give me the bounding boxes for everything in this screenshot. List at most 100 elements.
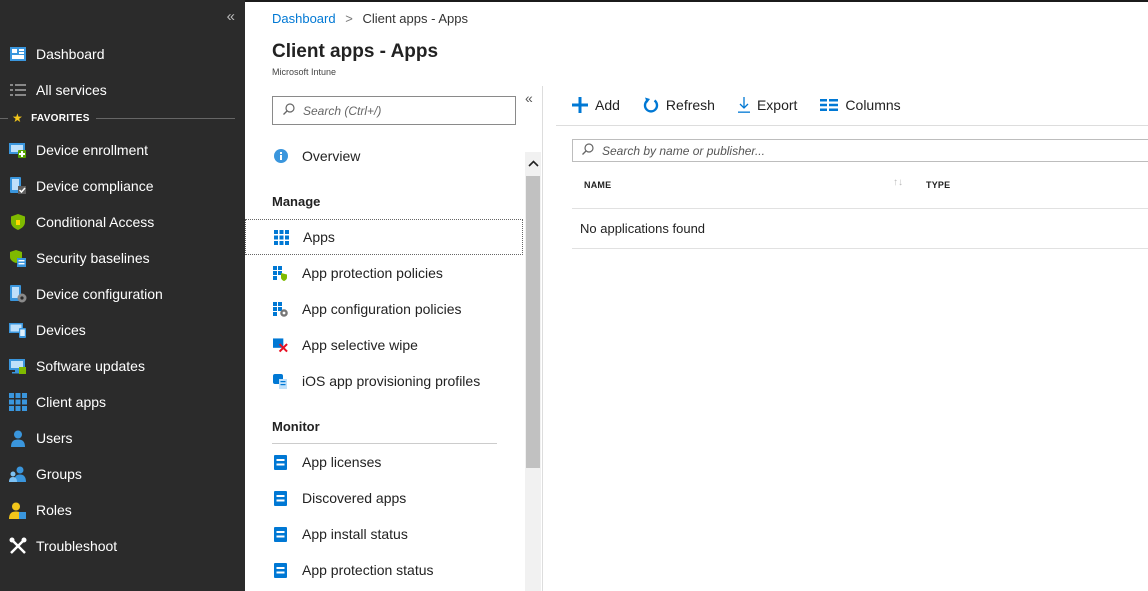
menu-item-label: App protection policies (302, 265, 443, 281)
nav-item-dashboard[interactable]: Dashboard (0, 36, 245, 72)
devices-icon (9, 321, 27, 339)
divider (0, 117, 8, 119)
menu-scrollbar[interactable] (525, 152, 541, 591)
app-configuration-icon (273, 301, 288, 317)
menu-item-label: App protection status (302, 562, 434, 578)
report-icon (273, 490, 288, 506)
columns-icon (820, 99, 839, 111)
menu-item-app-licenses[interactable]: App licenses (245, 444, 523, 480)
menu-item-label: App install status (302, 526, 408, 542)
nav-item-label: Roles (36, 502, 72, 518)
nav-item-roles[interactable]: Roles (0, 492, 245, 528)
scrollbar-thumb[interactable] (526, 176, 540, 468)
menu-item-label: App licenses (302, 454, 382, 470)
nav-items: Dashboard All services ★ FAVORITES Devic… (0, 36, 245, 564)
refresh-label: Refresh (665, 97, 715, 113)
roles-icon (9, 501, 27, 519)
menu-item-app-install-status[interactable]: App install status (245, 516, 523, 552)
export-button[interactable]: Export (737, 97, 797, 113)
refresh-icon (643, 97, 659, 114)
column-header-type[interactable]: TYPE (926, 180, 950, 190)
menu-item-overview[interactable]: Overview (245, 138, 523, 174)
nav-item-device-configuration[interactable]: Device configuration (0, 276, 245, 312)
nav-item-label: Users (36, 430, 73, 446)
menu-item-label: App selective wipe (302, 337, 418, 353)
nav-item-troubleshoot[interactable]: Troubleshoot (0, 528, 245, 564)
nav-item-software-updates[interactable]: Software updates (0, 348, 245, 384)
grid-search-placeholder: Search by name or publisher... (602, 143, 765, 158)
report-icon (273, 526, 288, 542)
nav-item-groups[interactable]: Groups (0, 456, 245, 492)
nav-item-label: Device compliance (36, 178, 154, 194)
menu-item-label: Apps (303, 229, 335, 245)
nav-item-label: Conditional Access (36, 214, 155, 230)
sort-icon[interactable]: ↑↓ (893, 177, 903, 188)
nav-item-label: Dashboard (36, 46, 105, 62)
nav-item-label: Devices (36, 322, 86, 338)
columns-label: Columns (845, 97, 901, 113)
page-title: Client apps - Apps (272, 41, 439, 62)
breadcrumb-dashboard-link[interactable]: Dashboard (272, 11, 336, 26)
selective-wipe-icon (273, 338, 288, 353)
add-button[interactable]: Add (572, 97, 620, 113)
menu-item-app-protection-status[interactable]: App protection status (245, 552, 523, 588)
client-apps-icon (9, 393, 27, 411)
nav-item-devices[interactable]: Devices (0, 312, 245, 348)
plus-icon (572, 97, 588, 113)
columns-button[interactable]: Columns (820, 97, 901, 113)
collapse-nav-button[interactable]: « (227, 8, 235, 25)
menu-item-app-configuration-policies[interactable]: App configuration policies (245, 291, 523, 327)
apps-grid-icon (274, 229, 289, 245)
provisioning-profile-icon (273, 373, 288, 389)
report-icon (273, 562, 288, 578)
page-subtitle: Microsoft Intune (272, 67, 337, 77)
refresh-button[interactable]: Refresh (643, 97, 715, 114)
nav-item-security-baselines[interactable]: Security baselines (0, 240, 245, 276)
nav-item-label: Device configuration (36, 286, 163, 302)
menu-item-label: Discovered apps (302, 490, 407, 506)
nav-item-conditional-access[interactable]: Conditional Access (0, 204, 245, 240)
nav-item-device-compliance[interactable]: Device compliance (0, 168, 245, 204)
troubleshoot-icon (9, 537, 27, 555)
menu-item-apps[interactable]: Apps (245, 219, 523, 255)
favorites-label: FAVORITES (31, 112, 90, 124)
star-icon: ★ (12, 111, 24, 125)
divider (572, 208, 1148, 209)
nav-item-label: Software updates (36, 358, 145, 374)
menu-search-input[interactable]: Search (Ctrl+/) (272, 96, 516, 125)
user-icon (9, 429, 27, 447)
collapse-menu-button[interactable]: « (525, 90, 533, 106)
nav-item-all-services[interactable]: All services (0, 72, 245, 108)
nav-item-label: All services (36, 82, 107, 98)
empty-message: No applications found (580, 221, 706, 236)
info-icon (273, 149, 288, 164)
software-updates-icon (9, 357, 27, 375)
menu-item-app-selective-wipe[interactable]: App selective wipe (245, 327, 523, 363)
nav-item-client-apps[interactable]: Client apps (0, 384, 245, 420)
nav-item-users[interactable]: Users (0, 420, 245, 456)
section-manage: Manage (272, 194, 321, 209)
groups-icon (9, 465, 27, 483)
left-navigation: « Dashboard All services ★ FAVORITES Dev… (0, 0, 245, 591)
device-compliance-icon (9, 177, 27, 195)
device-enrollment-icon (9, 141, 27, 159)
add-label: Add (595, 97, 620, 113)
command-bar: Add Refresh Export Columns (572, 94, 924, 116)
nav-item-label: Client apps (36, 394, 107, 410)
column-header-name[interactable]: NAME (584, 180, 611, 190)
menu-item-app-protection-policies[interactable]: App protection policies (245, 255, 523, 291)
nav-item-device-enrollment[interactable]: Device enrollment (0, 132, 245, 168)
menu-item-discovered-apps[interactable]: Discovered apps (245, 480, 523, 516)
shield-icon (9, 213, 27, 231)
chevron-up-icon[interactable] (525, 152, 541, 174)
list-icon (9, 81, 27, 99)
nav-item-label: Troubleshoot (36, 538, 118, 554)
device-configuration-icon (9, 285, 27, 303)
menu-item-ios-app-provisioning-profiles[interactable]: iOS app provisioning profiles (245, 363, 523, 399)
section-monitor: Monitor (272, 419, 320, 434)
report-icon (273, 454, 288, 470)
grid-search-input[interactable]: Search by name or publisher... (572, 139, 1148, 162)
dashboard-icon (9, 45, 27, 63)
search-icon (582, 143, 594, 158)
download-icon (737, 97, 750, 113)
